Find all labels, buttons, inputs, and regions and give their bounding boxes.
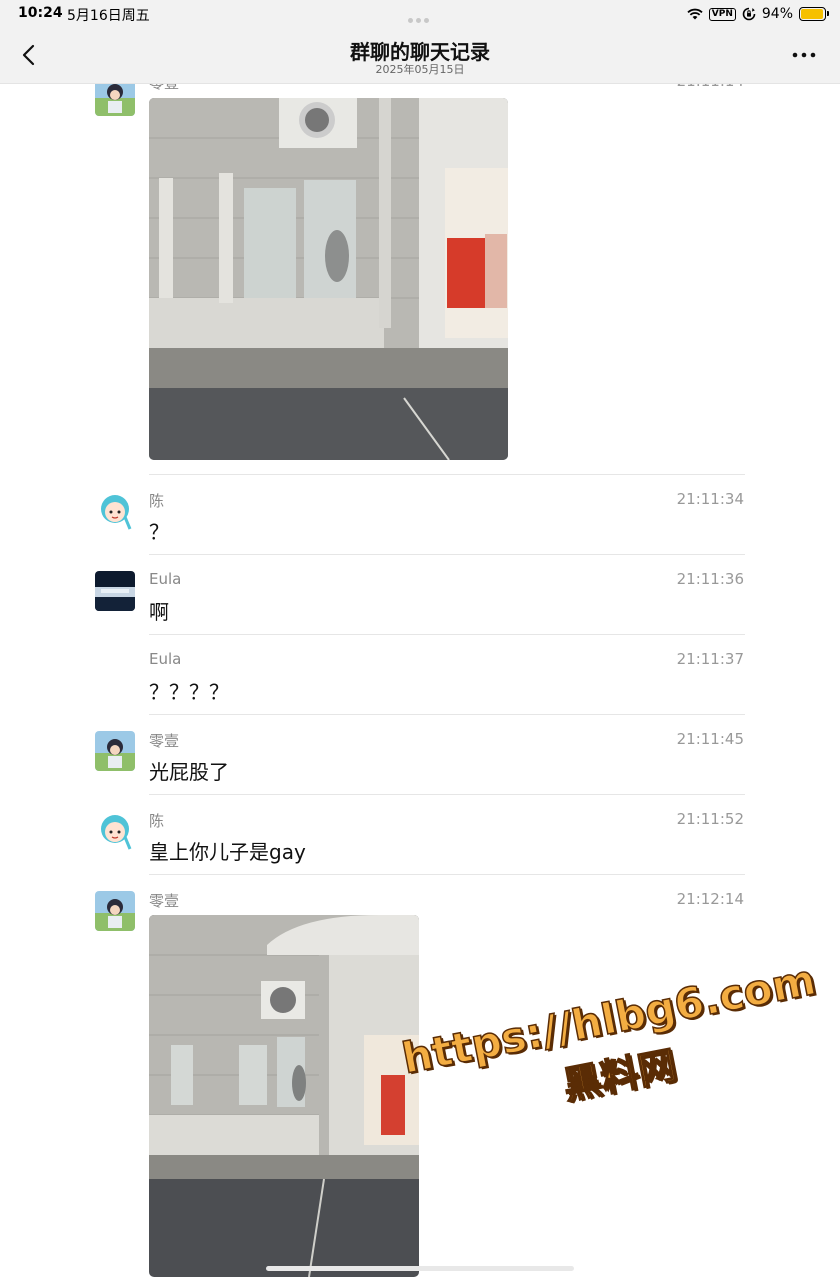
- vpn-badge: VPN: [708, 7, 736, 21]
- message-text: 皇上你儿子是gay: [149, 840, 306, 864]
- message-text: 啊: [149, 600, 169, 624]
- message-time: 21:11:37: [676, 650, 744, 668]
- page-subtitle-date: 2025年05月15日: [375, 63, 465, 76]
- battery-percent: 94%: [761, 6, 793, 22]
- message-item: Eula 21:11:37 ？？？？: [0, 634, 840, 715]
- shared-photo[interactable]: [149, 915, 419, 1277]
- anime-girl-avatar[interactable]: [95, 891, 135, 931]
- multitask-dots-icon[interactable]: [408, 11, 434, 23]
- battery-fill: [801, 9, 823, 19]
- more-options-icon[interactable]: [792, 48, 816, 62]
- anime-girl-avatar[interactable]: [95, 731, 135, 771]
- message-list[interactable]: 零壹 21:11:14: [0, 68, 840, 1277]
- message-item: 零壹 21:11:45 光屁股了: [0, 714, 840, 795]
- sender-name: 零壹: [149, 732, 180, 750]
- message-item: Eula 21:11:36 啊: [0, 554, 840, 635]
- home-indicator[interactable]: [266, 1266, 574, 1271]
- message-item: 零壹 21:11:14: [0, 68, 840, 475]
- status-date: 5月16日周五: [67, 8, 150, 24]
- sender-name: Eula: [149, 650, 182, 668]
- shared-photo[interactable]: [149, 98, 508, 460]
- cartoon-girl-avatar[interactable]: [95, 811, 135, 851]
- navigation-bar: 群聊的聊天记录 2025年05月15日: [0, 28, 840, 84]
- wifi-icon: [687, 8, 703, 20]
- sender-name: 陈: [149, 812, 165, 830]
- message-text: ？？？？: [149, 680, 229, 704]
- chat-history-screen: 10:24 5月16日周五 VPN 94% 群聊的聊天记录 2025年05月15…: [0, 0, 840, 1280]
- status-bar: 10:24 5月16日周五 VPN 94%: [0, 0, 840, 28]
- message-time: 21:12:14: [676, 890, 744, 908]
- sender-name: 陈: [149, 492, 165, 510]
- message-time: 21:11:34: [676, 490, 744, 508]
- sender-name: 零壹: [149, 892, 180, 910]
- message-item: 陈 21:11:34 ？: [0, 474, 840, 555]
- message-time: 21:11:36: [676, 570, 744, 588]
- message-time: 21:11:45: [676, 730, 744, 748]
- status-right-group: VPN 94%: [687, 4, 829, 24]
- message-text: 光屁股了: [149, 760, 229, 784]
- sender-name: Eula: [149, 570, 182, 588]
- message-text: ？: [149, 520, 169, 544]
- dark-landscape-avatar[interactable]: [95, 571, 135, 611]
- message-item: 零壹 21:12:14: [0, 874, 840, 1280]
- message-time: 21:11:52: [676, 810, 744, 828]
- battery-icon: [799, 7, 829, 21]
- message-item: 陈 21:11:52 皇上你儿子是gay: [0, 794, 840, 875]
- status-time: 10:24: [18, 5, 63, 21]
- cartoon-girl-avatar[interactable]: [95, 491, 135, 531]
- orientation-lock-icon: [742, 7, 756, 21]
